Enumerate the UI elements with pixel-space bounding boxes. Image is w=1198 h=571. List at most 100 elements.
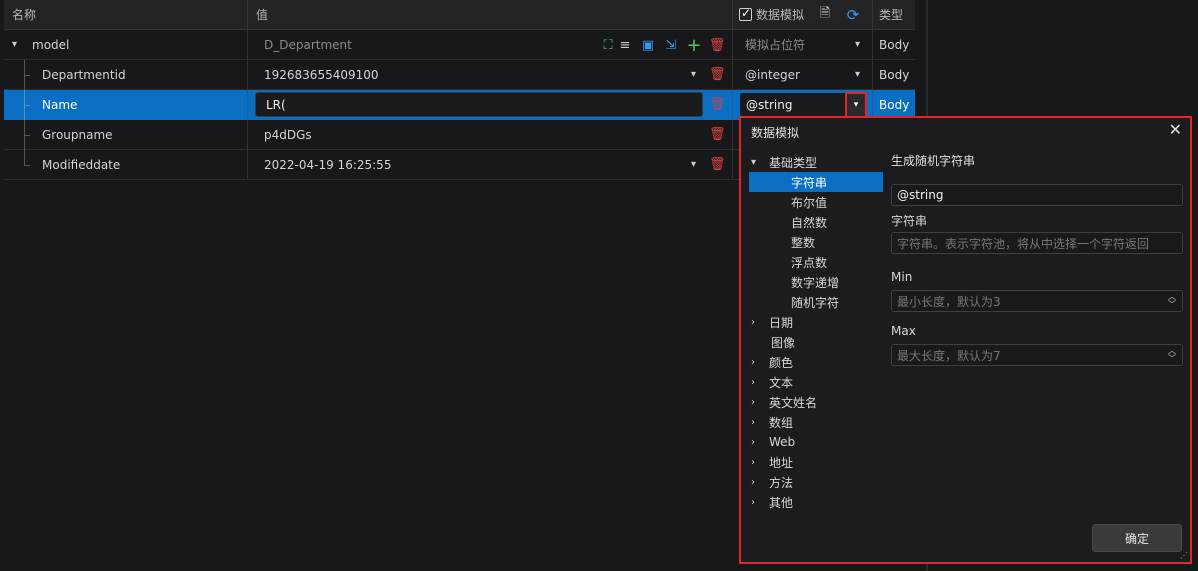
row-name-cell: Modifieddate [4, 150, 248, 179]
chevron-down-icon: ▾ [751, 156, 757, 168]
max-placeholder: 最大长度，默认为7 [897, 348, 1001, 363]
trash-icon[interactable]: 🗑 [709, 37, 726, 53]
tree-item-name[interactable]: › 英文姓名 [749, 392, 883, 412]
row-mock-cell[interactable]: @integer ▾ [733, 60, 873, 89]
table-row[interactable]: Departmentid 192683655409100 ▾ 🗑 @intege… [4, 60, 915, 90]
min-label: Min [891, 270, 913, 284]
row-type: Body [879, 67, 910, 82]
min-placeholder: 最小长度，默认为3 [897, 294, 1001, 309]
chevron-right-icon: › [751, 376, 755, 388]
row-value: D_Department [264, 37, 352, 52]
tree-guide [24, 105, 30, 106]
table-row[interactable]: ▾ model D_Department ⛶ ≡ ▣ ⇲ + 🗑 模拟占位符 ▾… [4, 30, 915, 60]
tree-item-basic[interactable]: ▾ 基础类型 [749, 152, 883, 172]
trash-icon[interactable]: 🗑 [709, 98, 726, 112]
trash-icon[interactable]: 🗑 [709, 128, 726, 142]
chevron-right-icon: › [751, 476, 755, 488]
data-mock-panel: 数据模拟 ✕ ▾ 基础类型 字符串 布尔值 自然数 整数 浮点数 数字递增 随机字… [739, 116, 1192, 564]
import-icon[interactable]: ⇲ [663, 37, 679, 53]
tree-item-integer[interactable]: 整数 [749, 232, 883, 252]
add-icon[interactable]: + [686, 35, 702, 56]
row-name-cell: Groupname [4, 120, 248, 150]
tree-item-web[interactable]: › Web [749, 432, 883, 452]
max-label: Max [891, 324, 916, 338]
tree-guide [24, 165, 30, 166]
tree-guide [24, 150, 25, 165]
chars-input[interactable]: 字符串。表示字符池，将从中选择一个字符返回 [891, 232, 1183, 254]
row-value: 192683655409100 [264, 67, 379, 82]
chevron-right-icon: › [751, 356, 755, 368]
resize-grip-icon[interactable]: ⋰ [1180, 551, 1188, 560]
chevron-right-icon: › [751, 496, 755, 508]
spinner-icon[interactable]: ︿ ﹀ [1168, 347, 1176, 363]
tree-item-random-char[interactable]: 随机字符 [749, 292, 883, 312]
tree-item-color[interactable]: › 颜色 [749, 352, 883, 372]
row-value: 2022-04-19 16:25:55 [264, 157, 392, 172]
chevron-down-icon[interactable]: ▾ [855, 69, 860, 80]
row-name: model [32, 37, 70, 52]
row-name: Departmentid [42, 67, 126, 82]
tree-item-boolean[interactable]: 布尔值 [749, 192, 883, 212]
chars-label: 字符串 [891, 214, 928, 228]
save-icon[interactable]: ▣ [640, 37, 656, 53]
tree-item-text[interactable]: › 文本 [749, 372, 883, 392]
trash-icon[interactable]: 🗑 [709, 158, 726, 172]
mock-expression-input[interactable]: @string [891, 184, 1183, 206]
panel-title: 数据模拟 [751, 126, 800, 140]
mock-dropdown-button[interactable]: ▾ [845, 92, 867, 118]
tree-item-other[interactable]: › 其他 [749, 492, 883, 512]
spinner-icon[interactable]: ︿ ﹀ [1168, 293, 1176, 309]
mock-header-label: 数据模拟 [756, 8, 805, 22]
form-heading: 生成随机字符串 [891, 154, 976, 168]
tree-item-string[interactable]: 字符串 [749, 172, 883, 192]
max-input[interactable]: 最大长度，默认为7 ︿ ﹀ [891, 344, 1183, 366]
chevron-down-icon[interactable]: ▾ [12, 39, 26, 50]
grid-header: 名称 值 数据模拟 🗎 ⟳ 类型 [4, 0, 915, 30]
trash-icon[interactable]: 🗑 [709, 68, 726, 82]
name-mock-input[interactable]: @string [740, 93, 846, 116]
chevron-right-icon: › [751, 416, 755, 428]
row-name: Groupname [42, 127, 113, 142]
row-value-cell[interactable]: p4dDGs 🗑 [248, 120, 733, 149]
row-mock-cell[interactable]: 模拟占位符 ▾ [733, 30, 873, 59]
row-name-cell: Name [4, 90, 248, 120]
tree-item-address[interactable]: › 地址 [749, 452, 883, 472]
col-value-header: 值 [248, 0, 733, 29]
row-value-cell[interactable]: D_Department ⛶ ≡ ▣ ⇲ + 🗑 [248, 30, 733, 59]
chevron-right-icon: › [751, 316, 755, 328]
list-icon[interactable]: ≡ [617, 37, 633, 53]
confirm-button[interactable]: 确定 [1092, 524, 1182, 552]
col-name-header: 名称 [4, 0, 248, 29]
row-name-cell: Departmentid [4, 60, 248, 90]
chevron-down-icon[interactable]: ▾ [691, 69, 696, 80]
refresh-icon[interactable]: ⟳ [845, 6, 861, 24]
row-type: Body [879, 97, 910, 112]
chevron-down-icon[interactable]: ▾ [855, 39, 860, 50]
document-icon[interactable]: 🗎 [817, 6, 833, 23]
tree-item-image[interactable]: 图像 [749, 332, 883, 352]
row-name-cell: ▾ model [4, 30, 248, 59]
chevron-down-icon[interactable]: ▾ [691, 159, 696, 170]
tree-item-natural[interactable]: 自然数 [749, 212, 883, 232]
close-icon[interactable]: ✕ [1169, 120, 1182, 139]
row-mock: @integer [745, 67, 800, 82]
tree-guide [24, 135, 30, 136]
tree-item-array[interactable]: › 数组 [749, 412, 883, 432]
row-value-cell[interactable]: 2022-04-19 16:25:55 ▾ 🗑 [248, 150, 733, 179]
row-name: Modifieddate [42, 157, 121, 172]
chevron-right-icon: › [751, 436, 755, 448]
col-type-header: 类型 [879, 8, 904, 22]
name-value-input[interactable]: LR( [255, 92, 703, 117]
tree-item-method[interactable]: › 方法 [749, 472, 883, 492]
tree-item-increment[interactable]: 数字递增 [749, 272, 883, 292]
min-input[interactable]: 最小长度，默认为3 ︿ ﹀ [891, 290, 1183, 312]
tree-item-date[interactable]: › 日期 [749, 312, 883, 332]
chevron-down-icon: ▾ [853, 100, 859, 110]
tree-struct-icon[interactable]: ⛶ [600, 37, 616, 53]
row-value-cell[interactable]: 192683655409100 ▾ 🗑 [248, 60, 733, 89]
chevron-right-icon: › [751, 456, 755, 468]
mock-enable-checkbox[interactable] [739, 6, 752, 21]
mock-type-tree: ▾ 基础类型 字符串 布尔值 自然数 整数 浮点数 数字递增 随机字符 › 日期 图… [749, 152, 883, 512]
tree-item-float[interactable]: 浮点数 [749, 252, 883, 272]
row-name: Name [42, 97, 78, 112]
